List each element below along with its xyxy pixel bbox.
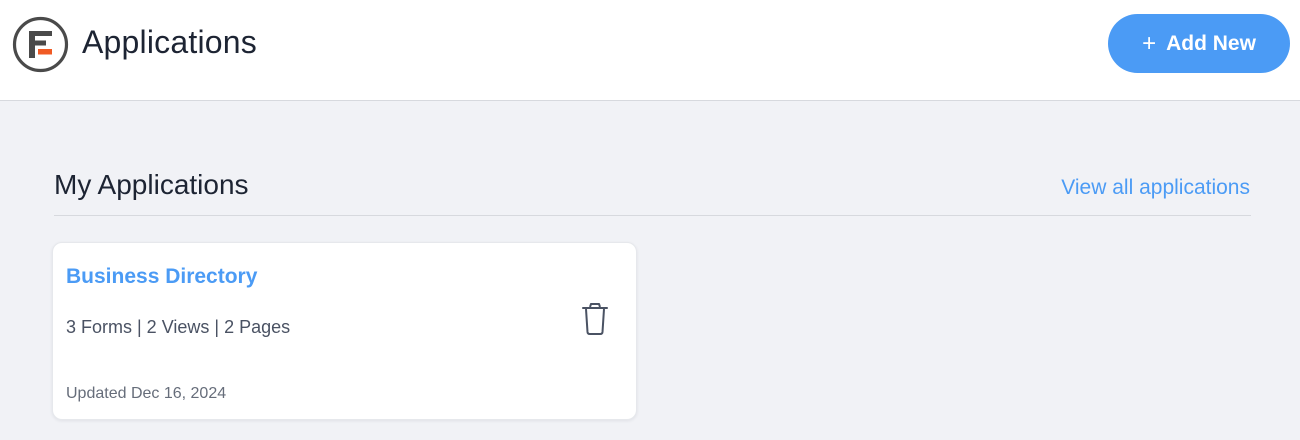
plus-icon: + [1142, 29, 1157, 57]
add-new-button[interactable]: + Add New [1108, 14, 1290, 73]
application-name-link[interactable]: Business Directory [66, 265, 257, 289]
page-title: Applications [82, 24, 257, 60]
formidable-logo-icon[interactable] [12, 16, 69, 73]
top-bar: Applications + Add New [0, 0, 1300, 101]
section-divider [54, 215, 1251, 216]
section-title: My Applications [54, 169, 249, 200]
trash-icon[interactable] [581, 302, 609, 336]
application-card[interactable]: Business Directory 3 Forms | 2 Views | 2… [52, 242, 637, 420]
add-new-label: Add New [1166, 31, 1256, 55]
view-all-applications-link[interactable]: View all applications [1061, 176, 1250, 200]
application-updated: Updated Dec 16, 2024 [66, 385, 227, 402]
application-meta: 3 Forms | 2 Views | 2 Pages [66, 317, 291, 337]
